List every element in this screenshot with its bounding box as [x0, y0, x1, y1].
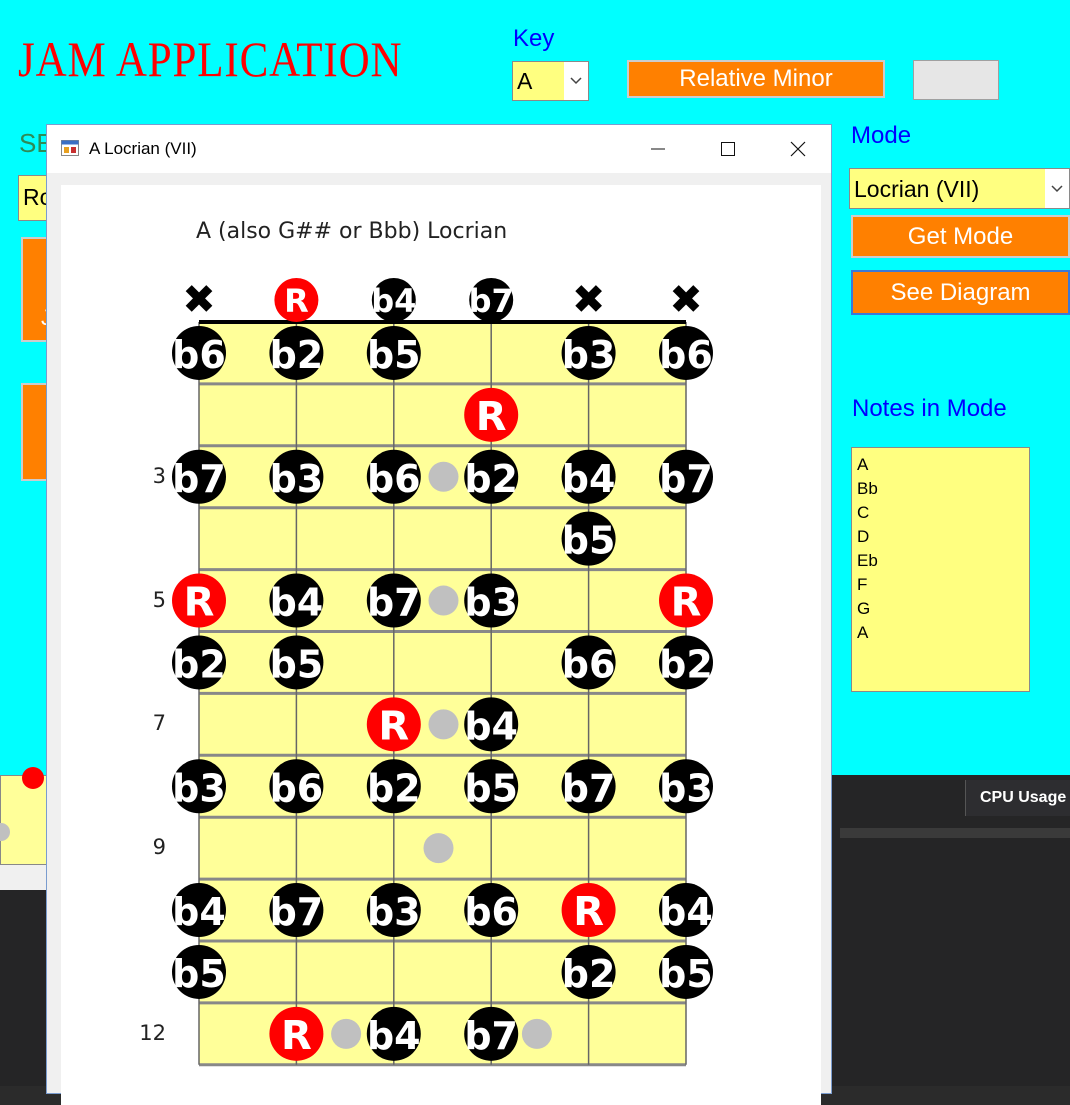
- list-item[interactable]: Eb: [857, 549, 1024, 573]
- see-diagram-button[interactable]: See Diagram: [851, 270, 1070, 315]
- key-select-value: A: [517, 68, 533, 94]
- toolbar-strip: [840, 828, 1070, 838]
- list-item[interactable]: A: [857, 453, 1024, 477]
- partial-root-dot: [22, 767, 44, 789]
- list-item[interactable]: G: [857, 597, 1024, 621]
- chevron-down-icon[interactable]: [564, 62, 588, 100]
- chevron-down-icon[interactable]: [1045, 169, 1069, 208]
- fret-note-label: b3: [464, 581, 518, 625]
- fret-note-label: b3: [659, 766, 713, 810]
- blank-button[interactable]: [913, 60, 999, 100]
- relative-minor-button[interactable]: Relative Minor: [627, 60, 885, 98]
- fret-note-label: R: [184, 580, 215, 626]
- fret-inlay: [521, 1018, 552, 1049]
- fret-note-label: b2: [172, 642, 226, 686]
- fret-note-label: b4: [367, 1014, 421, 1058]
- list-item[interactable]: A: [857, 621, 1024, 645]
- fret-inlay: [423, 833, 454, 864]
- fret-note-label: b4: [172, 890, 226, 934]
- window-titlebar[interactable]: A Locrian (VII): [47, 125, 831, 173]
- minimize-icon[interactable]: [623, 125, 693, 173]
- fret-note-label: b7: [270, 890, 324, 934]
- open-string-label: b7: [469, 282, 514, 320]
- fret-note-label: b6: [367, 457, 421, 501]
- fret-note-label: b5: [659, 952, 713, 996]
- key-select[interactable]: A: [512, 61, 589, 101]
- fret-note-label: b6: [464, 890, 518, 934]
- fret-inlay: [428, 461, 459, 492]
- list-item[interactable]: F: [857, 573, 1024, 597]
- fret-inlay: [428, 585, 459, 616]
- get-mode-button[interactable]: Get Mode: [851, 215, 1070, 258]
- fret-note-label: R: [573, 889, 604, 935]
- fret-note-label: b6: [562, 642, 616, 686]
- fret-note-label: b5: [172, 952, 226, 996]
- mode-select-value: Locrian (VII): [854, 176, 980, 202]
- fret-note-label: b2: [464, 457, 518, 501]
- fret-note-label: b6: [270, 766, 324, 810]
- fret-note-label: b7: [172, 457, 226, 501]
- fret-note-label: b7: [367, 581, 421, 625]
- fret-note-label: b3: [367, 890, 421, 934]
- app-window-icon: [61, 140, 79, 156]
- fret-note-label: R: [281, 1013, 312, 1059]
- fretboard-diagram: ✖ Rb4 b7 ✖ ✖ b6 b2 b5 b3 b6 Rb7 b3 b6 b2 b4 b7 b5 R b4 b7 b3…: [172, 277, 713, 1067]
- fret-note-label: b4: [659, 890, 713, 934]
- fret-note-label: b5: [270, 642, 324, 686]
- fret-note-label: b2: [367, 766, 421, 810]
- list-item[interactable]: C: [857, 501, 1024, 525]
- open-string-label: b4: [371, 282, 416, 320]
- app-title: JAM APPLICATION: [18, 31, 403, 87]
- fret-note-label: b7: [464, 1014, 518, 1058]
- key-label: Key: [513, 25, 555, 52]
- mode-label: Mode: [851, 122, 912, 149]
- list-item[interactable]: Bb: [857, 477, 1024, 501]
- background-window-edge: [0, 767, 48, 890]
- muted-string-icon: ✖: [669, 277, 703, 323]
- open-string-label: R: [284, 282, 309, 320]
- fret-note-label: b4: [562, 457, 616, 501]
- fret-note-label: b4: [270, 581, 324, 625]
- fret-note-label: b3: [172, 766, 226, 810]
- notes-listbox[interactable]: A Bb C D Eb F G A: [851, 447, 1030, 692]
- muted-string-icon: ✖: [572, 277, 606, 323]
- fret-note-label: b5: [562, 519, 616, 563]
- fret-note-label: b3: [270, 457, 324, 501]
- window-title: A Locrian (VII): [89, 139, 197, 158]
- fret-note-label: b3: [562, 333, 616, 377]
- list-item[interactable]: D: [857, 525, 1024, 549]
- partial-fretboard: [0, 775, 48, 865]
- fret-note-label: b2: [562, 952, 616, 996]
- diagram-window: A Locrian (VII) A (also G## or Bbb) Locr…: [46, 124, 832, 1105]
- fret-inlay: [331, 1018, 362, 1049]
- fret-note-label: b7: [659, 457, 713, 501]
- maximize-icon[interactable]: [693, 125, 763, 173]
- fret-note-label: R: [476, 394, 507, 440]
- fret-note-label: R: [378, 703, 409, 749]
- fret-note-label: R: [671, 580, 702, 626]
- fret-note-label: b7: [562, 766, 616, 810]
- mode-select[interactable]: Locrian (VII): [849, 168, 1070, 209]
- fret-note-label: b2: [270, 333, 324, 377]
- close-icon[interactable]: [763, 125, 833, 173]
- muted-string-icon: ✖: [182, 277, 216, 323]
- fret-note-label: b5: [367, 333, 421, 377]
- notes-label: Notes in Mode: [852, 395, 1007, 422]
- fret-note-label: b6: [659, 333, 713, 377]
- fret-note-label: b6: [172, 333, 226, 377]
- fret-inlay: [428, 709, 459, 740]
- fret-note-label: b4: [464, 704, 518, 748]
- fret-note-label: b2: [659, 642, 713, 686]
- fret-note-label: b5: [464, 766, 518, 810]
- cpu-usage-tab[interactable]: CPU Usage: [965, 780, 1070, 816]
- diagram-panel: A (also G## or Bbb) Locrian 3 5 7 9 12 ✖ Rb4 b…: [61, 185, 821, 1105]
